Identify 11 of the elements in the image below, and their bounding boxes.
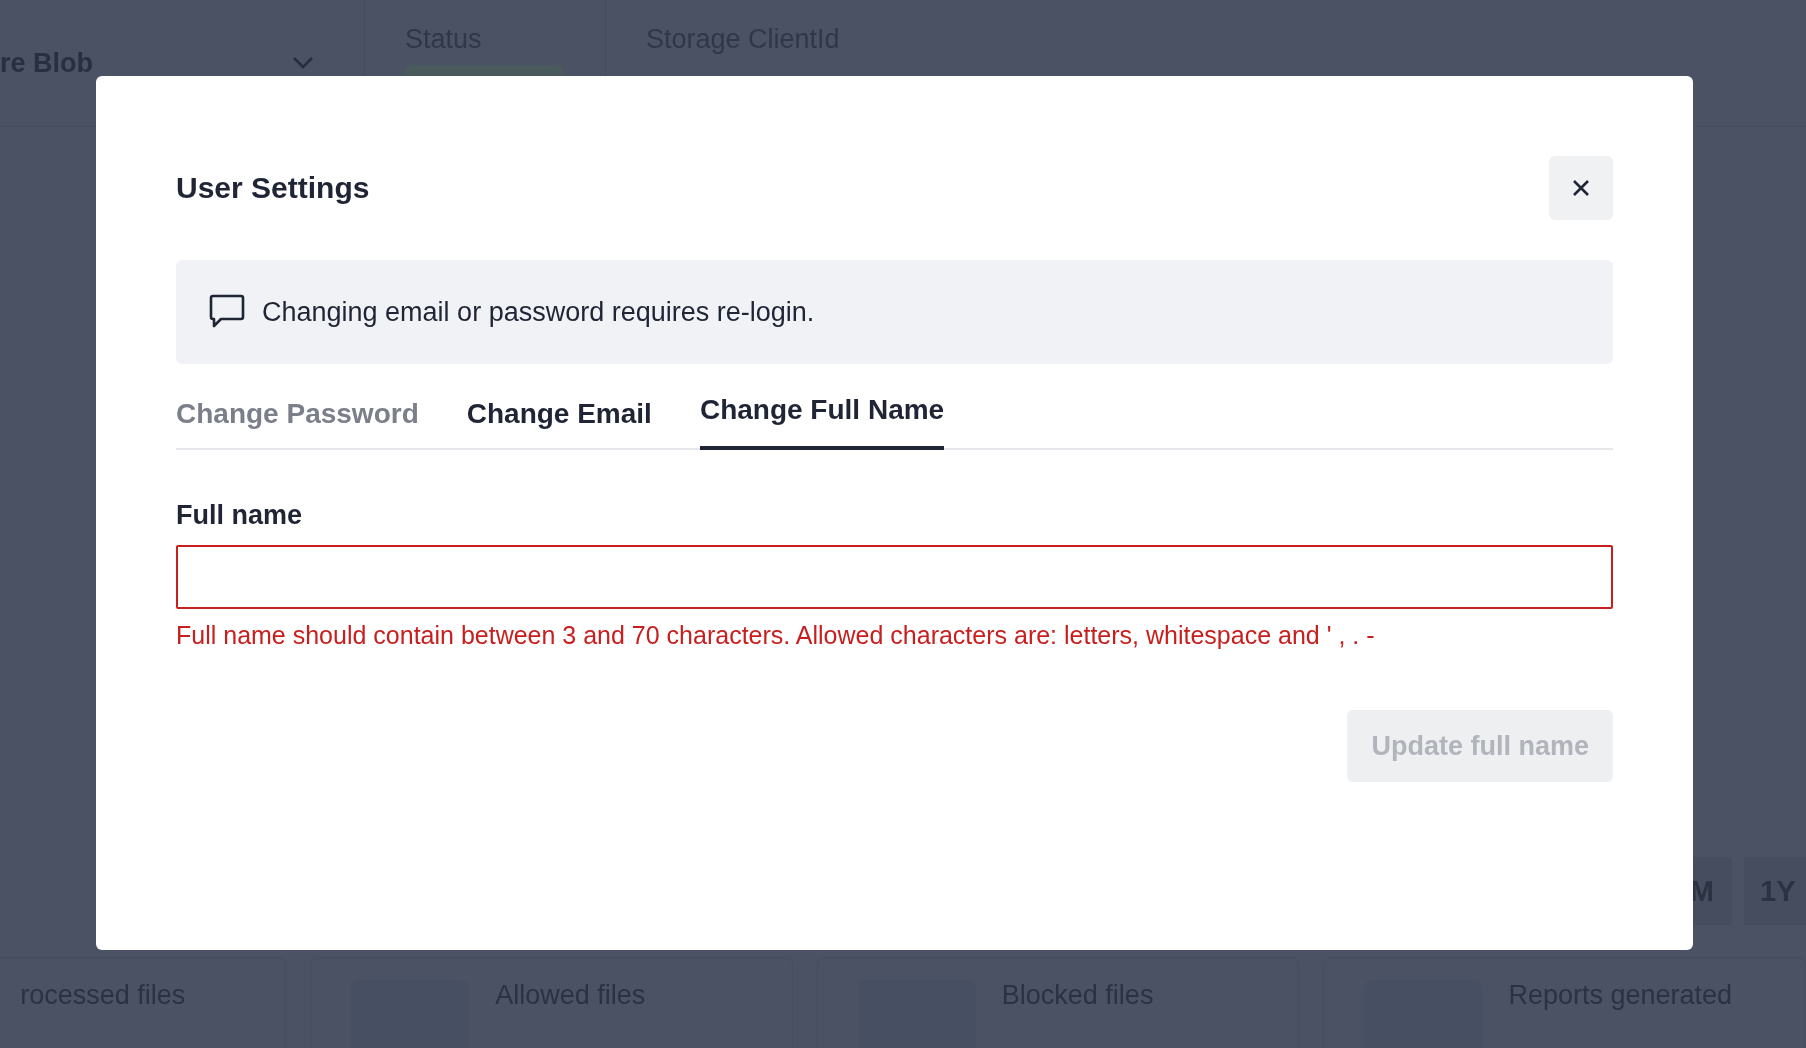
tab[interactable]: Change Full Name xyxy=(699,384,945,450)
field-label: Full name xyxy=(176,500,304,531)
notice-text: Changing email or password requires re-login. xyxy=(262,296,815,328)
chat-bubble-icon xyxy=(208,294,246,330)
full-name-input[interactable] xyxy=(176,545,1613,609)
close-button[interactable] xyxy=(1549,156,1613,220)
tab[interactable]: Change Email xyxy=(466,384,652,450)
error-message: Full name should contain between 3 and 70 characters. Allowed characters are: letters, whitespace and ' , . - xyxy=(176,621,1376,650)
chevron-down-icon xyxy=(292,56,314,70)
dialog-title: User Settings xyxy=(176,171,370,205)
close-icon xyxy=(1571,178,1591,198)
